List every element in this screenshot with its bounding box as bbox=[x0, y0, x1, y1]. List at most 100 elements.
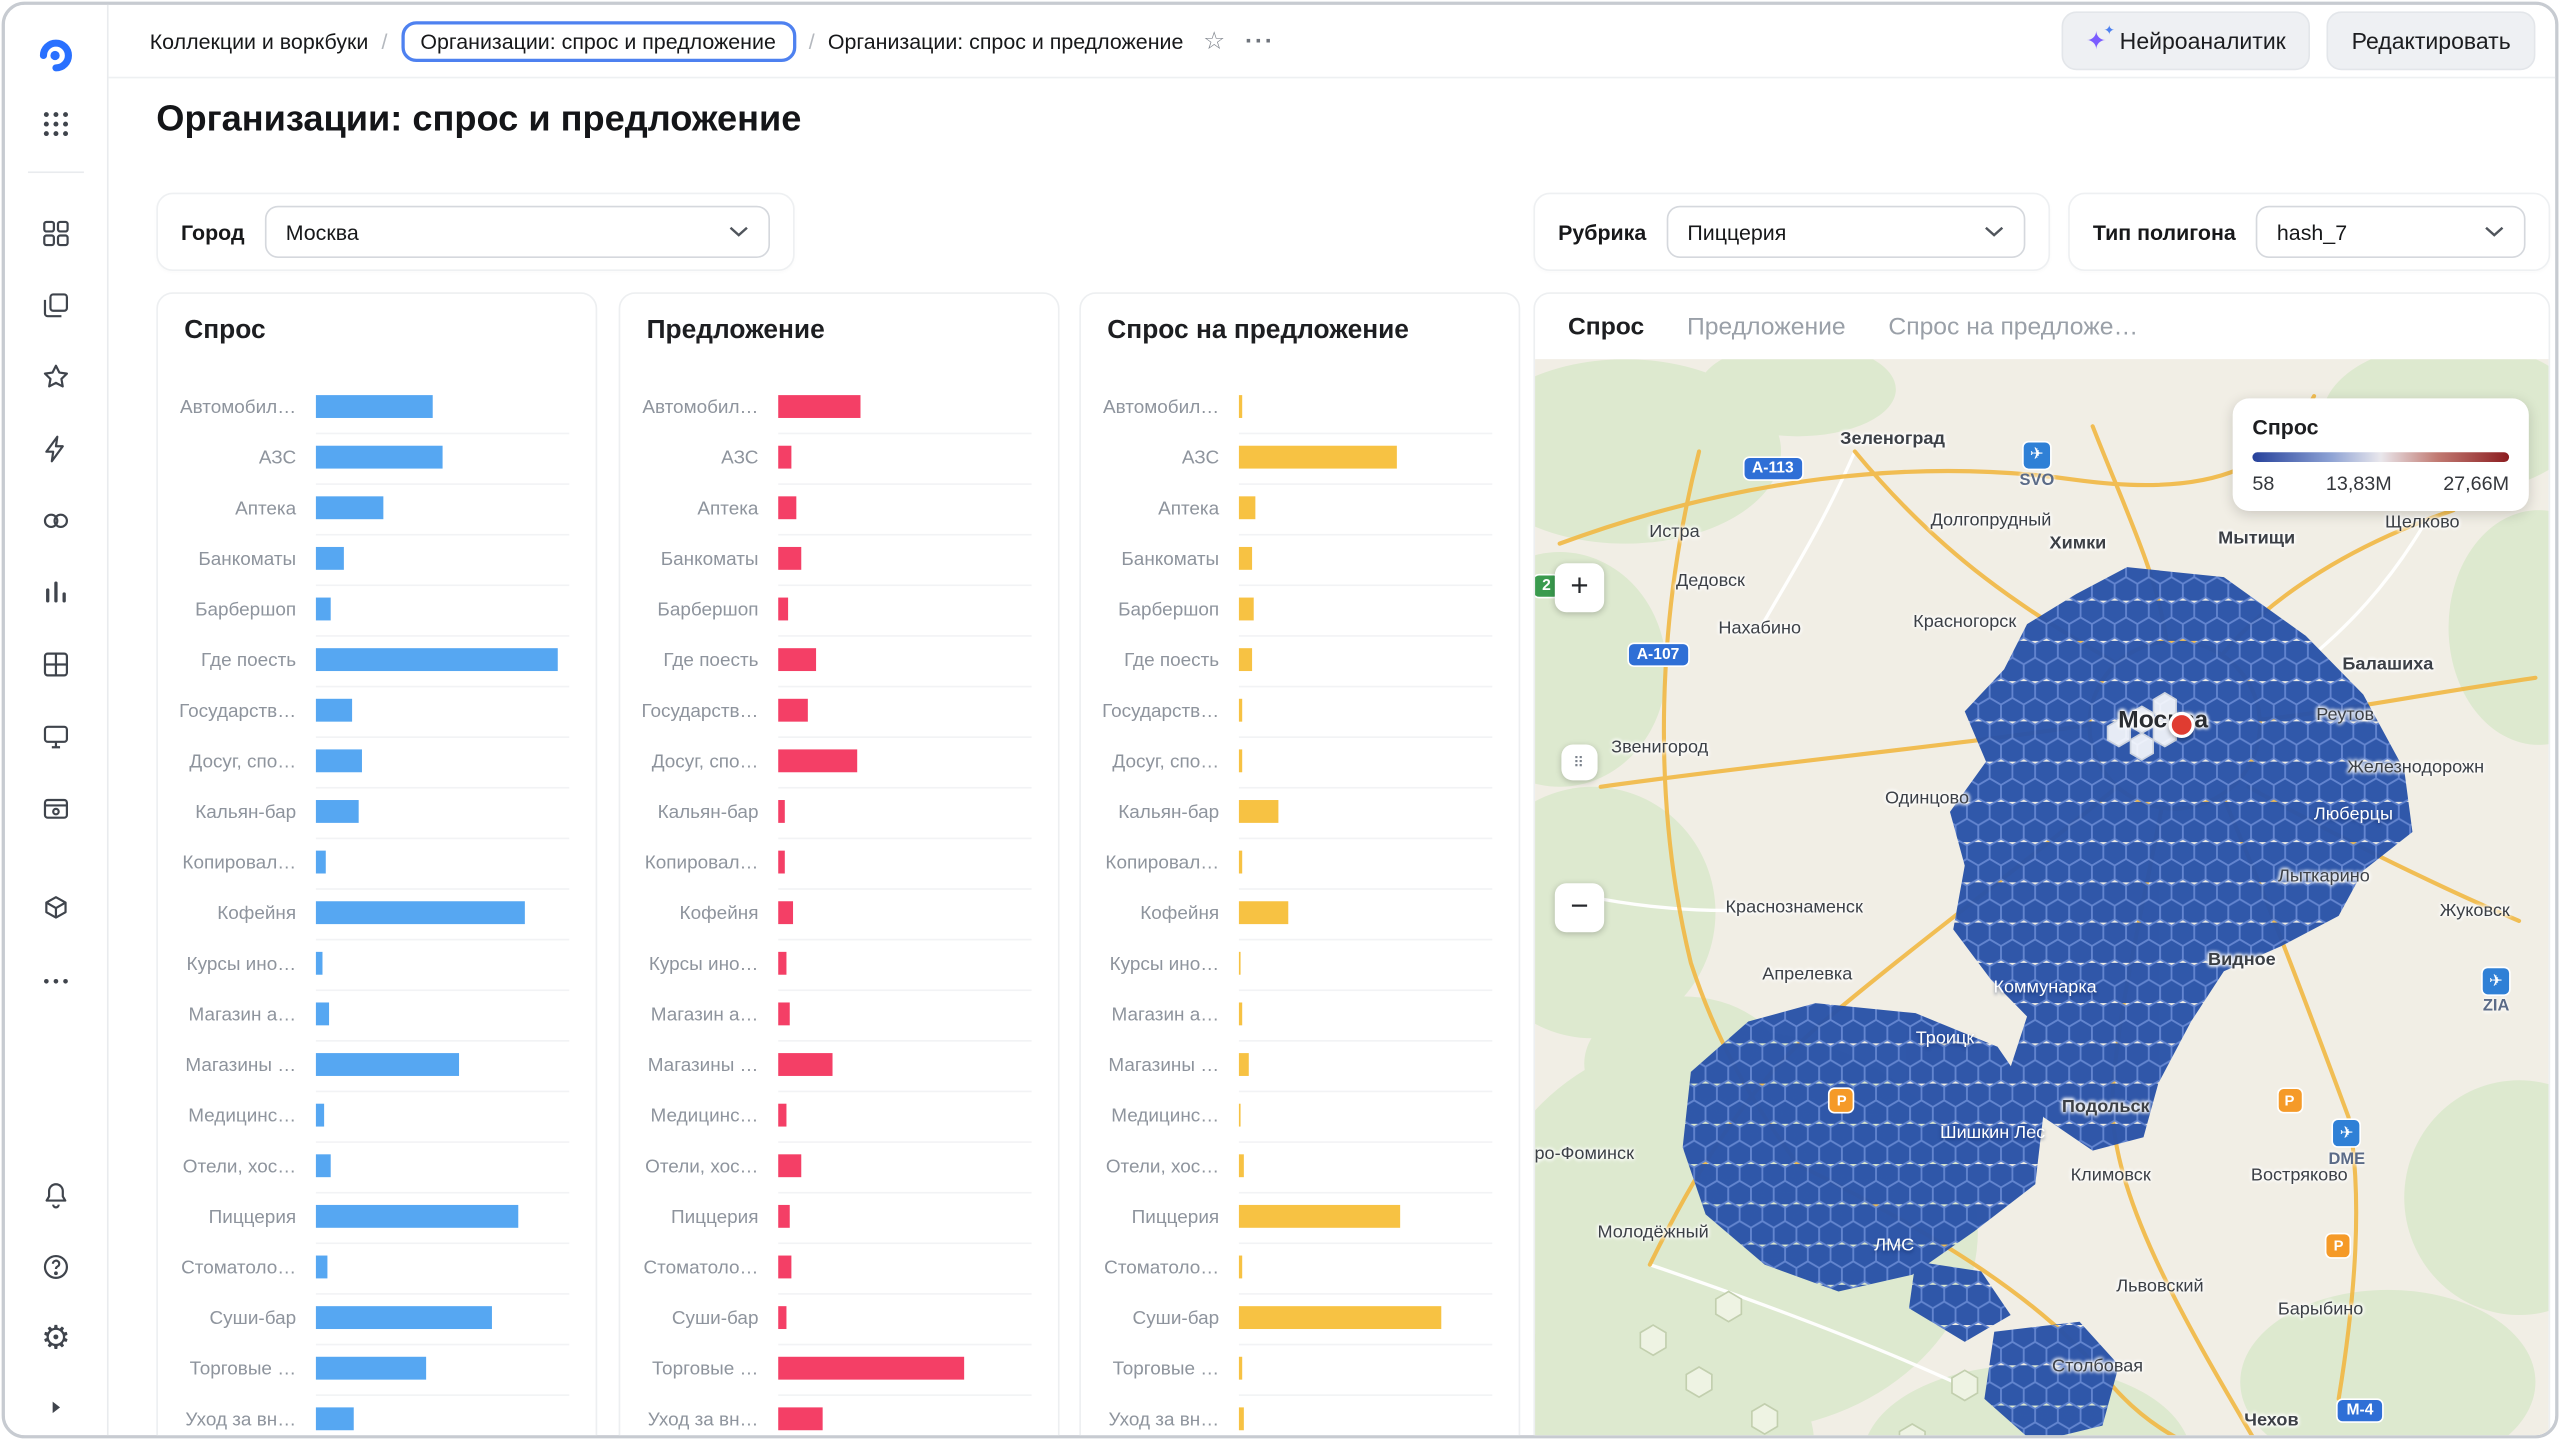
bar[interactable] bbox=[316, 1053, 459, 1076]
bar[interactable] bbox=[778, 547, 801, 570]
map-tab[interactable]: Предложение bbox=[1687, 313, 1846, 341]
breadcrumb-item[interactable]: Организации: спрос и предложение bbox=[828, 29, 1183, 53]
bar[interactable] bbox=[316, 952, 323, 975]
zoom-out-button[interactable]: − bbox=[1555, 883, 1604, 932]
bar[interactable] bbox=[778, 952, 786, 975]
bar[interactable] bbox=[316, 395, 433, 418]
city-select[interactable]: Москва bbox=[264, 206, 770, 258]
bar[interactable] bbox=[1239, 395, 1242, 418]
breadcrumb-item-selected[interactable]: Организации: спрос и предложение bbox=[401, 20, 796, 61]
bar[interactable] bbox=[778, 598, 788, 621]
bar[interactable] bbox=[778, 699, 808, 722]
collections-icon[interactable] bbox=[25, 202, 88, 264]
bar[interactable] bbox=[1239, 496, 1256, 519]
star-icon[interactable]: ☆ bbox=[1203, 29, 1225, 53]
bar[interactable] bbox=[316, 1154, 331, 1177]
dashboards-icon[interactable] bbox=[25, 633, 88, 695]
bar[interactable] bbox=[1239, 648, 1252, 671]
bar[interactable] bbox=[778, 648, 816, 671]
bar[interactable] bbox=[778, 1053, 833, 1076]
bar[interactable] bbox=[316, 1104, 324, 1127]
bar[interactable] bbox=[316, 851, 326, 874]
bar[interactable] bbox=[316, 547, 344, 570]
settings-gear-icon[interactable]: ⚙ bbox=[25, 1308, 88, 1370]
zoom-in-button[interactable]: + bbox=[1555, 563, 1604, 612]
help-icon[interactable] bbox=[25, 1236, 88, 1298]
bar[interactable] bbox=[316, 1002, 329, 1025]
bell-icon[interactable] bbox=[25, 1164, 88, 1226]
bar[interactable] bbox=[316, 1306, 493, 1329]
bar[interactable] bbox=[1239, 901, 1289, 924]
apps-grid-icon[interactable] bbox=[25, 93, 88, 155]
bar[interactable] bbox=[316, 446, 443, 469]
ruler-icon[interactable]: ⠿ bbox=[1561, 745, 1597, 781]
bar[interactable] bbox=[778, 446, 791, 469]
bar[interactable] bbox=[778, 1407, 823, 1430]
bar[interactable] bbox=[316, 749, 363, 772]
bar[interactable] bbox=[1239, 1306, 1441, 1329]
bar[interactable] bbox=[1239, 749, 1242, 772]
bar[interactable] bbox=[1239, 1407, 1244, 1430]
reports-icon[interactable] bbox=[25, 777, 88, 839]
bar-track bbox=[1239, 1343, 1492, 1395]
bar[interactable] bbox=[778, 1205, 790, 1228]
bar[interactable] bbox=[778, 496, 796, 519]
bar[interactable] bbox=[778, 1357, 965, 1380]
bar[interactable] bbox=[316, 648, 558, 671]
bar[interactable] bbox=[778, 1002, 790, 1025]
map-canvas[interactable]: ЛобняЗеленоградИстраДолгопрудныйХимкиМыт… bbox=[1535, 359, 2549, 1438]
bar[interactable] bbox=[778, 800, 785, 823]
bar[interactable] bbox=[316, 1256, 328, 1279]
bar[interactable] bbox=[778, 395, 860, 418]
bar[interactable] bbox=[316, 598, 331, 621]
bar[interactable] bbox=[778, 901, 793, 924]
bar[interactable] bbox=[1239, 547, 1252, 570]
browser-window: ⚙ Коллекции и воркбуки / Организации: сп… bbox=[2, 2, 2559, 1439]
bar[interactable] bbox=[1239, 699, 1242, 722]
charts-icon[interactable] bbox=[25, 562, 88, 624]
edit-button[interactable]: Редактировать bbox=[2327, 11, 2535, 70]
bar[interactable] bbox=[1239, 851, 1242, 874]
bar[interactable] bbox=[1239, 598, 1254, 621]
bar[interactable] bbox=[316, 901, 524, 924]
bar[interactable] bbox=[1239, 1104, 1241, 1127]
bar[interactable] bbox=[778, 1104, 786, 1127]
bar[interactable] bbox=[778, 1306, 786, 1329]
datasets-icon[interactable] bbox=[25, 490, 88, 552]
collapse-icon[interactable] bbox=[25, 1389, 88, 1425]
bar[interactable] bbox=[316, 699, 353, 722]
bar[interactable] bbox=[1239, 952, 1241, 975]
bar[interactable] bbox=[1239, 1154, 1244, 1177]
bar[interactable] bbox=[1239, 1205, 1401, 1228]
map-tab[interactable]: Спрос на предложе… bbox=[1888, 313, 2138, 341]
more-dots-icon[interactable]: ··· bbox=[1245, 29, 1275, 53]
bar[interactable] bbox=[1239, 800, 1279, 823]
datalens-logo[interactable] bbox=[25, 24, 88, 86]
workbooks-icon[interactable] bbox=[25, 274, 88, 336]
bar[interactable] bbox=[778, 1256, 791, 1279]
breadcrumb-item[interactable]: Коллекции и воркбуки bbox=[150, 29, 369, 53]
blocks-icon[interactable] bbox=[25, 878, 88, 940]
bar[interactable] bbox=[316, 800, 359, 823]
bar[interactable] bbox=[1239, 1357, 1242, 1380]
editor-icon[interactable] bbox=[25, 705, 88, 767]
bar[interactable] bbox=[1239, 446, 1397, 469]
bar[interactable] bbox=[316, 1357, 426, 1380]
neuroanalyst-button[interactable]: ✦✦ Нейроаналитик bbox=[2061, 11, 2310, 70]
bar[interactable] bbox=[778, 851, 785, 874]
bar[interactable] bbox=[1239, 1002, 1242, 1025]
bar[interactable] bbox=[316, 1205, 518, 1228]
rubric-select[interactable]: Пиццерия bbox=[1666, 206, 2025, 258]
bar[interactable] bbox=[1239, 1256, 1242, 1279]
bar[interactable] bbox=[778, 1154, 801, 1177]
more-icon[interactable] bbox=[25, 950, 88, 1012]
bar[interactable] bbox=[778, 749, 856, 772]
polygon-select[interactable]: hash_7 bbox=[2256, 206, 2526, 258]
bar[interactable] bbox=[316, 496, 383, 519]
map-tab[interactable]: Спрос bbox=[1568, 313, 1644, 341]
favorites-star-icon[interactable] bbox=[25, 346, 88, 408]
bar[interactable] bbox=[1239, 1053, 1249, 1076]
bar[interactable] bbox=[316, 1407, 354, 1430]
chart-row: Магазин а… bbox=[620, 989, 1058, 1040]
connections-bolt-icon[interactable] bbox=[25, 418, 88, 480]
